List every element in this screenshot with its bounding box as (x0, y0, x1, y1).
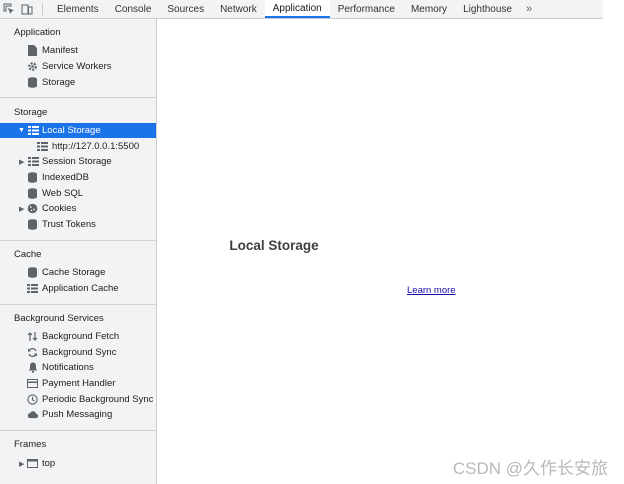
inspect-element-icon[interactable] (0, 0, 18, 18)
sidebar-item-label: Cookies (42, 203, 77, 214)
sidebar-item-local-origin[interactable]: http://127.0.0.1:5500 (0, 139, 156, 154)
sidebar-item-frame-top[interactable]: ▶ top (0, 456, 156, 471)
fetch-arrows-icon (27, 331, 38, 342)
toolbar-divider (42, 3, 43, 15)
cookie-icon (27, 203, 38, 214)
tab-application[interactable]: Application (264, 0, 330, 18)
sidebar-item-indexeddb[interactable]: IndexedDB (0, 170, 156, 185)
sidebar-item-cache-storage[interactable]: Cache Storage (0, 265, 156, 280)
tab-sources[interactable]: Sources (159, 0, 212, 18)
tab-performance[interactable]: Performance (330, 0, 403, 18)
sidebar-item-notifications[interactable]: Notifications (0, 360, 156, 375)
sidebar-item-websql[interactable]: Web SQL (0, 186, 156, 201)
card-icon (27, 378, 38, 389)
sidebar-item-label: Service Workers (42, 61, 112, 72)
grid-table-icon (37, 141, 48, 152)
sidebar-item-label: Periodic Background Sync (42, 394, 154, 405)
sidebar-item-label: Application Cache (42, 283, 119, 294)
watermark-text: CSDN @久作长安旅 (452, 459, 608, 478)
expanded-arrow-icon[interactable]: ▼ (18, 127, 25, 134)
database-icon (27, 77, 38, 88)
sidebar-item-session-storage[interactable]: ▶ Session Storage (0, 154, 156, 169)
sidebar-item-label: Notifications (42, 362, 94, 373)
collapsed-arrow-icon[interactable]: ▶ (19, 158, 24, 166)
section-divider (0, 430, 156, 431)
section-title-application: Application (14, 27, 61, 38)
sidebar-item-label: IndexedDB (42, 172, 90, 183)
sidebar-item-application-cache[interactable]: Application Cache (0, 281, 156, 296)
sidebar-item-label: Trust Tokens (42, 219, 96, 230)
sidebar-item-label: Storage (42, 77, 76, 88)
sidebar-item-cookies[interactable]: ▶ Cookies (0, 201, 156, 216)
sidebar-item-label: Payment Handler (42, 378, 116, 389)
tab-network[interactable]: Network (212, 0, 265, 18)
cloud-icon (27, 409, 38, 420)
collapsed-arrow-icon[interactable]: ▶ (19, 205, 24, 213)
sidebar-item-label: Background Fetch (42, 331, 120, 342)
sidebar-item-payment-handler[interactable]: Payment Handler (0, 376, 156, 391)
frame-window-icon (27, 458, 38, 469)
sidebar-item-label: Background Sync (42, 347, 117, 358)
tab-elements[interactable]: Elements (49, 0, 107, 18)
section-title-storage: Storage (14, 107, 48, 118)
sidebar-item-background-fetch[interactable]: Background Fetch (0, 329, 156, 344)
database-icon (27, 267, 38, 278)
more-tabs-button[interactable]: » (520, 0, 538, 18)
section-title-background-services: Background Services (14, 313, 104, 324)
database-icon (27, 172, 38, 183)
sidebar-item-label: top (42, 458, 56, 469)
page-title: Local Storage (229, 238, 319, 253)
database-icon (27, 219, 38, 230)
bell-icon (27, 362, 38, 373)
sidebar-item-label: Manifest (42, 45, 78, 56)
learn-more-link[interactable]: Learn more (407, 285, 456, 296)
sidebar-item-storage[interactable]: Storage (0, 75, 156, 90)
tab-console[interactable]: Console (107, 0, 160, 18)
sidebar-item-service-workers[interactable]: Service Workers (0, 59, 156, 74)
sidebar-item-label: Web SQL (42, 188, 84, 199)
sidebar-item-background-sync[interactable]: Background Sync (0, 345, 156, 360)
section-divider (0, 97, 156, 98)
grid-table-icon (27, 283, 38, 294)
devtools-tab-bar: Elements Console Sources Network Applica… (0, 0, 603, 19)
sidebar-item-label: Cache Storage (42, 267, 106, 278)
sidebar-item-label: Local Storage (42, 125, 101, 136)
section-title-frames: Frames (14, 439, 47, 450)
sidebar-item-manifest[interactable]: Manifest (0, 43, 156, 58)
database-icon (27, 188, 38, 199)
sync-icon (27, 347, 38, 358)
clock-icon (27, 394, 38, 405)
sidebar-item-local-storage[interactable]: ▼ Local Storage (0, 123, 156, 138)
tab-memory[interactable]: Memory (403, 0, 455, 18)
grid-table-icon (28, 156, 39, 167)
tab-lighthouse[interactable]: Lighthouse (455, 0, 520, 18)
sidebar-item-push-messaging[interactable]: Push Messaging (0, 407, 156, 422)
device-toolbar-icon[interactable] (18, 0, 36, 18)
collapsed-arrow-icon[interactable]: ▶ (19, 460, 24, 468)
sidebar-item-label: Push Messaging (42, 409, 113, 420)
sidebar-item-label: http://127.0.0.1:5500 (52, 141, 140, 152)
gear-icon (27, 61, 38, 72)
sidebar-item-trust-tokens[interactable]: Trust Tokens (0, 217, 156, 232)
section-divider (0, 304, 156, 305)
file-icon (27, 45, 38, 56)
sidebar-item-label: Session Storage (42, 156, 112, 167)
grid-table-icon (28, 125, 39, 136)
sidebar-item-periodic-background-sync[interactable]: Periodic Background Sync (0, 392, 156, 407)
